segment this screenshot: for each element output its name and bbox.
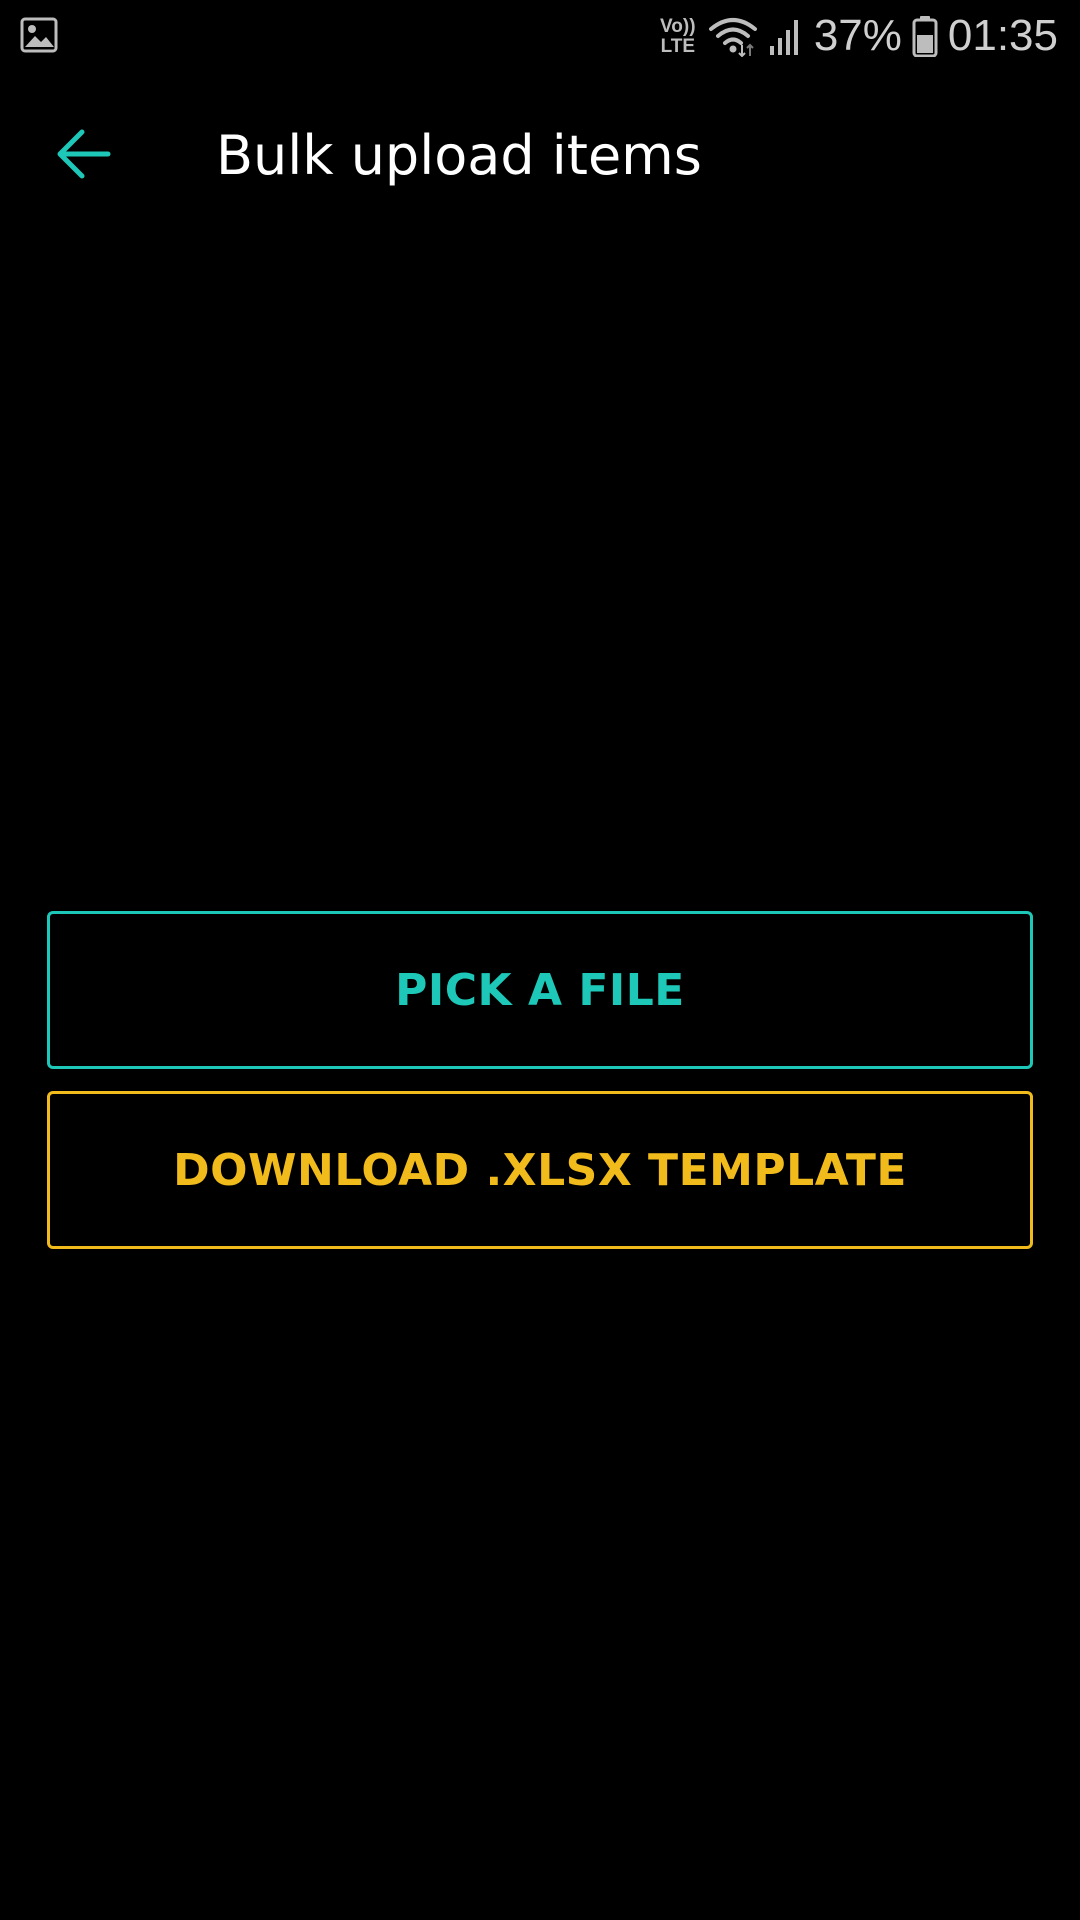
battery-percent: 37% [813, 11, 902, 60]
cell-signal-icon [768, 16, 804, 56]
wifi-icon [708, 15, 758, 57]
volte-label: Vo)) [660, 15, 696, 37]
back-button[interactable] [40, 116, 128, 196]
battery-icon [912, 15, 938, 57]
pick-file-button[interactable]: PICK A FILE [47, 911, 1033, 1069]
download-template-button[interactable]: DOWNLOAD .XLSX TEMPLATE [47, 1091, 1033, 1249]
lte-label: LTE [660, 35, 696, 57]
pick-file-label: PICK A FILE [395, 964, 685, 1016]
gallery-notification-icon [20, 16, 58, 54]
page-title: Bulk upload items [216, 124, 702, 187]
app-bar: Bulk upload items [0, 88, 1080, 224]
status-bar: Vo)) LTE 37% 01:35 [0, 0, 1080, 72]
arrow-left-icon [56, 128, 112, 184]
volte-indicator: Vo)) LTE [658, 17, 698, 56]
download-template-label: DOWNLOAD .XLSX TEMPLATE [173, 1144, 907, 1196]
clock: 01:35 [947, 11, 1058, 60]
status-icons: Vo)) LTE 37% 01:35 [658, 0, 1058, 72]
